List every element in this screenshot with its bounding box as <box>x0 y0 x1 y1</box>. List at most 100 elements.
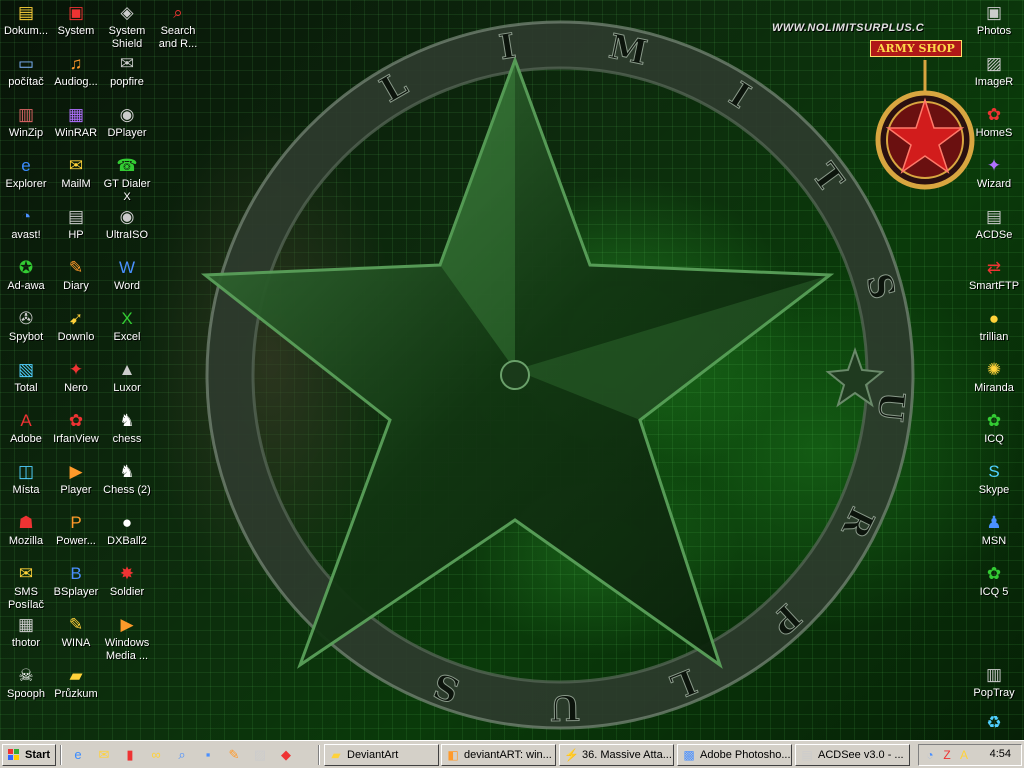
desktop-icon[interactable]: ♟ MSN <box>968 512 1020 548</box>
desktop-icon[interactable]: ☎ GT Dialer X <box>101 155 153 204</box>
desktop-icon-label: Word <box>113 280 141 292</box>
desktop-icon-label: Total <box>14 382 38 394</box>
desktop-icon[interactable]: ☠ Spooph <box>0 665 52 701</box>
paint-icon[interactable]: ◆ <box>278 747 294 763</box>
task-button[interactable]: ▰ DeviantArt <box>324 744 439 766</box>
zonealarm-tray-icon[interactable]: Z <box>939 747 955 763</box>
desktop-icon[interactable]: ♫ Audiog... <box>50 53 102 89</box>
desktop-icon[interactable]: ▦ thotor <box>0 614 52 650</box>
desktop-icon[interactable]: ✿ ICQ <box>968 410 1020 446</box>
printer-icon: ▤ <box>67 207 85 226</box>
desktop-icon[interactable]: ◔ avast! <box>0 206 52 242</box>
desktop-icon[interactable]: B BSplayer <box>50 563 102 599</box>
wallpaper-site-url: WWW.NOLIMITSURPLUS.C <box>772 22 925 34</box>
desktop-icon-label: Excel <box>113 331 141 343</box>
desktop-icon[interactable]: ● trillian <box>968 308 1020 344</box>
desktop-icon[interactable]: ✸ Soldier <box>101 563 153 599</box>
desktop-icon[interactable]: ● DXBall2 <box>101 512 153 548</box>
task-button[interactable]: ◧ deviantART: win... <box>441 744 556 766</box>
desktop-icon[interactable]: ✦ Wizard <box>968 155 1020 191</box>
antivirus-tray-icon[interactable]: A <box>956 747 972 763</box>
desktop-icon[interactable]: ✪ Ad-awa <box>0 257 52 293</box>
desktop-icon[interactable]: ✺ Miranda <box>968 359 1020 395</box>
desktop-icon[interactable]: ▦ WinRAR <box>50 104 102 140</box>
chess-icon: ♞ <box>119 462 135 481</box>
desktop-icon[interactable]: ♻ <box>968 712 1020 735</box>
desktop-icon[interactable]: ♞ Chess (2) <box>101 461 153 497</box>
desktop[interactable]: LIMITSURPLUS WWW.NOLIMITSURPLUS.C ARMY S… <box>0 0 1024 740</box>
pencil-icon[interactable]: ✎ <box>226 747 242 763</box>
avast-tray-icon[interactable]: ◔ <box>922 747 938 763</box>
desktop-icon[interactable]: A Adobe <box>0 410 52 446</box>
desktop-icon[interactable]: ◈ System Shield <box>101 2 153 51</box>
desktop-icon[interactable]: e Explorer <box>0 155 52 191</box>
desktop-icon[interactable]: ✎ WINA <box>50 614 102 650</box>
desktop-icon[interactable]: X Excel <box>101 308 153 344</box>
desktop-icon[interactable]: W Word <box>101 257 153 293</box>
desktop-icon-label: Search and R... <box>158 25 198 50</box>
internet-explorer-icon: e <box>21 156 31 175</box>
disc-icon: ◉ <box>119 207 135 226</box>
clock[interactable]: 4:54 <box>990 748 1011 760</box>
terminal-icon[interactable]: ▮ <box>122 747 138 763</box>
task-button-label: ACDSee v3.0 - ... <box>818 749 904 761</box>
desktop-icon[interactable]: ▭ počítač <box>0 53 52 89</box>
luxor-icon: ▲ <box>118 360 136 379</box>
desktop-icon[interactable]: ➹ Downlo <box>50 308 102 344</box>
desktop-icon[interactable]: ✦ Nero <box>50 359 102 395</box>
task-button[interactable]: ▩ Adobe Photosho... <box>677 744 792 766</box>
desktop-icon-label: chess <box>112 433 142 445</box>
desktop-icon-label: UltraISO <box>105 229 149 241</box>
desktop-icon-label: Skype <box>978 484 1010 496</box>
computer-icon: ▭ <box>17 54 35 73</box>
desktop-icon-label: Mozilla <box>8 535 44 547</box>
desktop-icon[interactable]: ▥ PopTray <box>968 664 1020 700</box>
glasses-icon[interactable]: ∞ <box>148 747 164 763</box>
desktop-icon[interactable]: ▰ Průzkum <box>50 665 102 701</box>
desktop-icon-label: DPlayer <box>107 127 147 139</box>
ring-letter: U <box>550 687 580 727</box>
photoshop-icon: ▩ <box>683 748 695 762</box>
task-button[interactable]: ⚡ 36. Massive Atta... <box>559 744 674 766</box>
desktop-icon[interactable]: ◫ Místa <box>0 461 52 497</box>
desktop-icon[interactable]: ▤ HP <box>50 206 102 242</box>
desktop-icon[interactable]: ▶ Windows Media ... <box>101 614 153 663</box>
desktop-icon[interactable]: ▤ Dokum... <box>0 2 52 38</box>
desktop-icon[interactable]: ✉ MailM <box>50 155 102 191</box>
desktop-icon[interactable]: ▥ WinZip <box>0 104 52 140</box>
desktop-icon[interactable]: ▲ Luxor <box>101 359 153 395</box>
desktop-icon[interactable]: ▨ ImageR <box>968 53 1020 89</box>
desktop-icon[interactable]: ⌕ Search and R... <box>152 2 204 51</box>
desktop-icon[interactable]: ▤ ACDSe <box>968 206 1020 242</box>
desktop-icon-label: WinZip <box>8 127 44 139</box>
desktop-icon[interactable]: ▣ Photos <box>968 2 1020 38</box>
floppy-icon[interactable]: ▪ <box>200 747 216 763</box>
desktop-icon[interactable]: ◉ UltraISO <box>101 206 153 242</box>
desktop-icon[interactable]: ◉ DPlayer <box>101 104 153 140</box>
desktop-icon[interactable]: ▶ Player <box>50 461 102 497</box>
desktop-icon[interactable]: ✿ IrfanView <box>50 410 102 446</box>
taskbar-separator <box>60 745 62 765</box>
shield-icon: ◈ <box>120 3 134 22</box>
mail-icon[interactable]: ✉ <box>96 747 112 763</box>
desktop-icon[interactable]: ✎ Diary <box>50 257 102 293</box>
magnifier-icon[interactable]: ⌕ <box>174 747 190 763</box>
desktop-icon[interactable]: ▣ System <box>50 2 102 38</box>
desktop-icon[interactable]: ♞ chess <box>101 410 153 446</box>
desktop-icon[interactable]: ✉ SMS Posílač <box>0 563 52 612</box>
task-button-label: 36. Massive Atta... <box>582 749 672 761</box>
desktop-icon[interactable]: ⇄ SmartFTP <box>968 257 1020 293</box>
desktop-icon[interactable]: P Power... <box>50 512 102 548</box>
start-button[interactable]: Start <box>2 744 56 766</box>
image-icon[interactable]: ▨ <box>252 747 268 763</box>
desktop-icon[interactable]: S Skype <box>968 461 1020 497</box>
desktop-icon[interactable]: ▧ Total <box>0 359 52 395</box>
army-shop-badge: ARMY SHOP <box>870 40 962 57</box>
desktop-icon[interactable]: ☗ Mozilla <box>0 512 52 548</box>
desktop-icon[interactable]: ✇ Spybot <box>0 308 52 344</box>
desktop-icon[interactable]: ✉ popfire <box>101 53 153 89</box>
desktop-icon[interactable]: ✿ HomeS <box>968 104 1020 140</box>
task-button[interactable]: ▤ ACDSee v3.0 - ... <box>795 744 910 766</box>
desktop-icon[interactable]: ✿ ICQ 5 <box>968 563 1020 599</box>
internet-explorer-icon[interactable]: e <box>70 747 86 763</box>
